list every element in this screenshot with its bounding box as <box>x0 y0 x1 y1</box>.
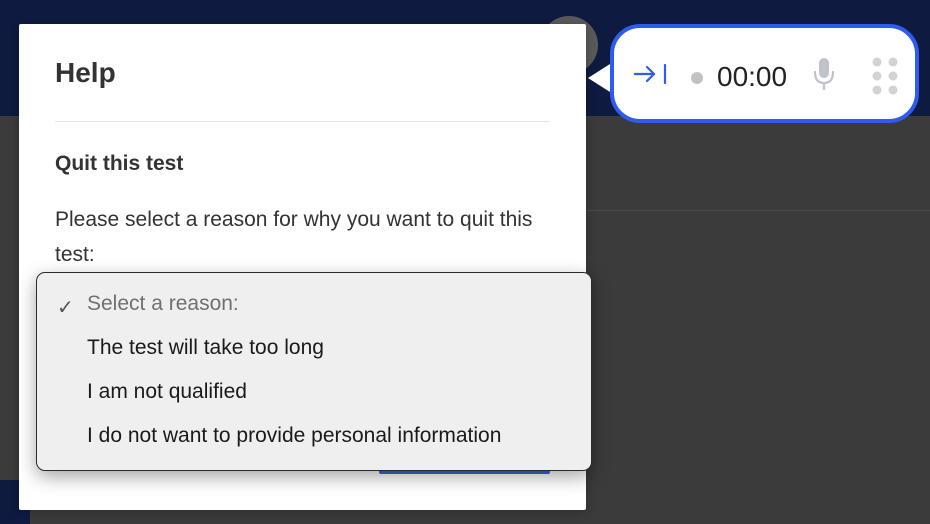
recording-indicator <box>691 72 703 84</box>
drag-handle-icon[interactable] <box>869 56 901 96</box>
option-too-long[interactable]: The test will take too long <box>87 336 324 360</box>
help-divider <box>55 121 550 122</box>
collapse-to-side-icon[interactable] <box>632 62 672 86</box>
quit-reason-prompt: Please select a reason for why you want … <box>55 208 533 266</box>
help-title: Help <box>55 57 116 88</box>
recording-timer: 00:00 <box>717 61 788 92</box>
option-no-personal-info[interactable]: I do not want to provide personal inform… <box>87 424 501 448</box>
checkmark-icon: ✓ <box>57 297 74 319</box>
recorder-widget: 00:00 <box>610 24 919 123</box>
option-not-qualified[interactable]: I am not qualified <box>87 380 247 404</box>
background-divider <box>586 210 930 211</box>
option-select-reason[interactable]: Select a reason: <box>87 292 239 316</box>
quit-test-heading: Quit this test <box>55 152 184 175</box>
reason-dropdown-menu[interactable]: ✓ Select a reason: The test will take to… <box>36 272 592 471</box>
microphone-icon[interactable] <box>810 56 838 92</box>
recorder-pointer <box>588 64 610 92</box>
